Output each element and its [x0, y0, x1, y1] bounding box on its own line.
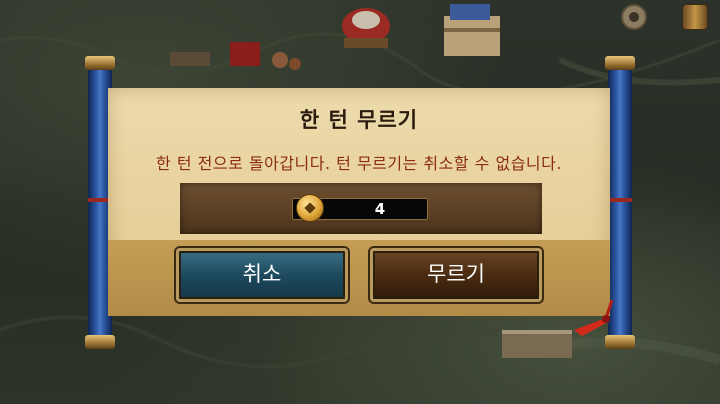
- gold-coin-icon: [296, 194, 324, 222]
- camp-tent-icon: [342, 8, 390, 48]
- cost-panel: 4: [180, 183, 542, 234]
- spool-icon[interactable]: [682, 4, 708, 30]
- button-band: 취소 무르기: [108, 240, 610, 316]
- wall-segment-icon: [502, 330, 572, 358]
- cost-value: 4: [374, 200, 386, 218]
- cancel-button[interactable]: 취소: [176, 248, 348, 302]
- dialog-title: 한 턴 무르기: [299, 108, 419, 132]
- army-units-icon: [170, 42, 301, 70]
- fortress-icon: [444, 4, 500, 56]
- tassel-icon: [574, 300, 614, 336]
- undo-turn-dialog: 한 턴 무르기 한 턴 전으로 돌아갑니다. 턴 무르기는 취소할 수 없습니다…: [108, 88, 610, 316]
- dialog-message: 한 턴 전으로 돌아갑니다. 턴 무르기는 취소할 수 없습니다.: [156, 154, 562, 173]
- undo-turn-button[interactable]: 무르기: [370, 248, 542, 302]
- gear-icon[interactable]: [621, 4, 647, 30]
